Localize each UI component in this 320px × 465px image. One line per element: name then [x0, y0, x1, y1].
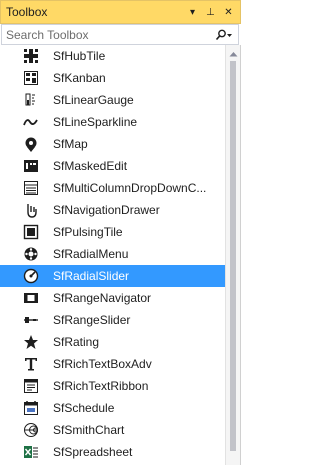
toolbox-item[interactable]: SfRichTextBoxAdv: [0, 353, 225, 375]
title-buttons: ▾ ⊥ ✕: [182, 4, 236, 20]
richtextbox-icon: [23, 356, 39, 372]
toolbox-item-label: SfLinearGauge: [53, 93, 134, 107]
toolbox-item[interactable]: SfLineSparkline: [0, 111, 225, 133]
toolbox-item[interactable]: SfRadialMenu: [0, 243, 225, 265]
toolbox-item-label: SfRadialSlider: [53, 269, 130, 283]
rating-icon: [23, 334, 39, 350]
toolbox-item[interactable]: SfRichTextRibbon: [0, 375, 225, 397]
map-icon: [23, 136, 39, 152]
toolbox-item[interactable]: SfRangeSlider: [0, 309, 225, 331]
toolbox-item-label: SfRangeSlider: [53, 313, 131, 327]
window-menu-dropdown-icon[interactable]: ▾: [185, 4, 200, 20]
toolbox-item-label: SfRichTextBoxAdv: [53, 357, 152, 371]
radialslider-icon: [23, 268, 39, 284]
toolbox-item[interactable]: SfHubTile: [0, 45, 225, 67]
toolbox-item-label: SfLineSparkline: [53, 115, 138, 129]
kanban-icon: [23, 70, 39, 86]
radialmenu-icon: [23, 246, 39, 262]
search-icon: [215, 29, 232, 40]
toolbox-item[interactable]: SfRadialSlider: [0, 265, 225, 287]
toolbox-item[interactable]: SfSchedule: [0, 397, 225, 419]
toolbox-title-bar[interactable]: Toolbox ▾ ⊥ ✕: [0, 0, 241, 24]
toolbox-item[interactable]: SfKanban: [0, 67, 225, 89]
toolbox-item[interactable]: SfMultiColumnDropDownC...: [0, 177, 225, 199]
pin-icon[interactable]: ⊥: [203, 4, 218, 20]
toolbox-items: SfHubTile SfKanban SfLinearGauge SfLineSpar…: [0, 45, 225, 465]
toolbox-item[interactable]: SfLinearGauge: [0, 89, 225, 111]
toolbox-item-label: SfPulsingTile: [53, 225, 123, 239]
multicolumn-dropdown-icon: [23, 180, 39, 196]
toolbox-item-label: SfSpreadsheet: [53, 445, 133, 459]
spreadsheet-icon: [23, 444, 39, 460]
toolbox-item-label: SfMultiColumnDropDownC...: [53, 181, 207, 195]
vertical-scrollbar[interactable]: [225, 45, 240, 465]
schedule-icon: [23, 400, 39, 416]
toolbox-item-label: SfSchedule: [53, 401, 115, 415]
rangenavigator-icon: [23, 290, 39, 306]
toolbox-item[interactable]: SfPulsingTile: [0, 221, 225, 243]
close-icon[interactable]: ✕: [221, 4, 236, 20]
toolbox-item-label: SfHubTile: [53, 49, 106, 63]
lineargauge-icon: [23, 92, 39, 108]
hubtile-icon: [23, 48, 39, 64]
toolbox-item-label: SfNavigationDrawer: [53, 203, 160, 217]
rangeslider-icon: [23, 312, 39, 328]
maskededit-icon: [23, 158, 39, 174]
search-options-button[interactable]: [210, 25, 238, 44]
toolbox-item-label: SfRadialMenu: [53, 247, 129, 261]
toolbox-item[interactable]: SfSpreadsheet: [0, 441, 225, 463]
toolbox-item-label: SfRangeNavigator: [53, 291, 152, 305]
pulsingtile-icon: [23, 224, 39, 240]
toolbox-item[interactable]: SfSmithChart: [0, 419, 225, 441]
scroll-up-arrow-icon[interactable]: [226, 47, 240, 61]
scrollbar-thumb[interactable]: [230, 61, 236, 451]
richtextribbon-icon: [23, 378, 39, 394]
toolbox-item-label: SfMaskedEdit: [53, 159, 128, 173]
search-box: [1, 24, 239, 45]
search-input[interactable]: [6, 26, 210, 43]
toolbox-item[interactable]: SfRating: [0, 331, 225, 353]
toolbox-item[interactable]: SfMaskedEdit: [0, 155, 225, 177]
toolbox-list[interactable]: SfHubTile SfKanban SfLinearGauge SfLineSpar…: [0, 45, 241, 465]
toolbox-item[interactable]: SfMap: [0, 133, 225, 155]
toolbox-item[interactable]: SfNavigationDrawer: [0, 199, 225, 221]
navigationdrawer-icon: [23, 202, 39, 218]
toolbox-item-label: SfSmithChart: [53, 423, 125, 437]
toolbox-item-label: SfMap: [53, 137, 88, 151]
toolbox-item-label: SfKanban: [53, 71, 106, 85]
smithchart-icon: [23, 422, 39, 438]
toolbox-item-label: SfRating: [53, 335, 100, 349]
toolbox-item[interactable]: SfRangeNavigator: [0, 287, 225, 309]
linesparkline-icon: [23, 114, 39, 130]
toolbox-item-label: SfRichTextRibbon: [53, 379, 149, 393]
window-title: Toolbox: [6, 5, 48, 19]
